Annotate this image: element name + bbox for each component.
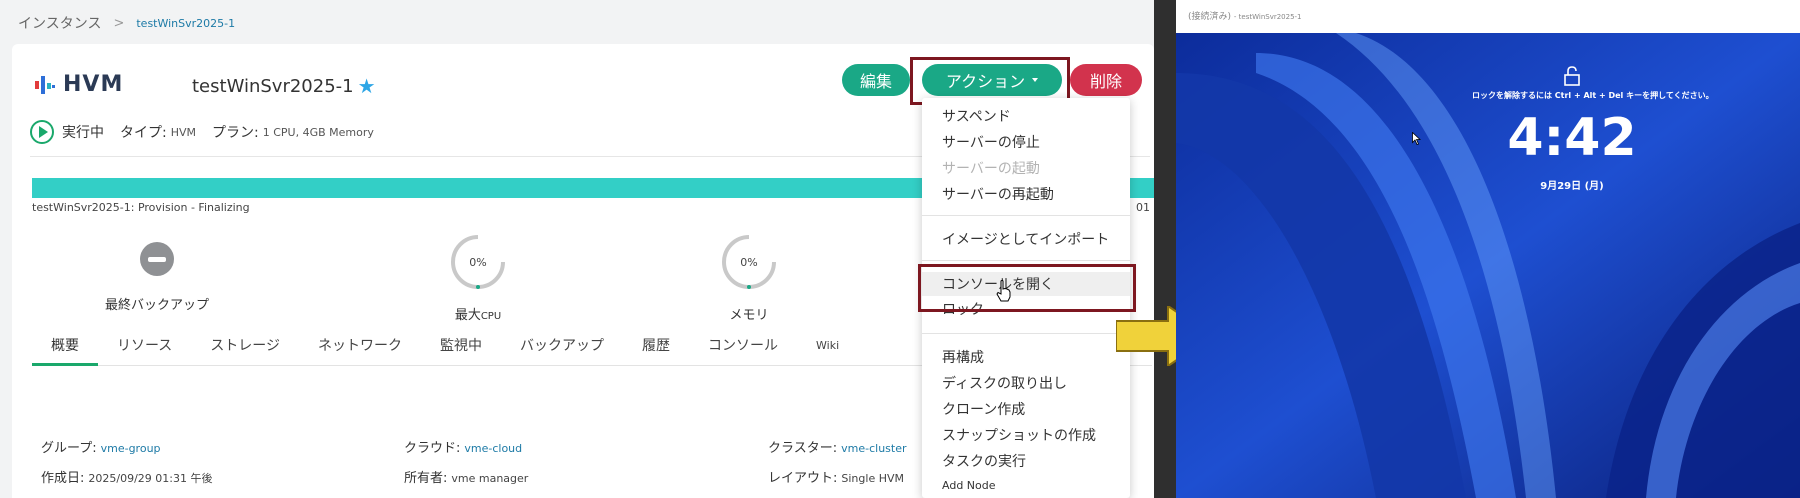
cloud-label: クラウド: xyxy=(404,441,461,456)
menu-divider xyxy=(922,333,1130,334)
unlock-instruction: ロックを解除するには Ctrl + Alt + Del キーを押してください。 xyxy=(1472,91,1714,100)
lockscreen-clock: 4:42 xyxy=(1507,108,1637,168)
type-label: タイプ: xyxy=(120,125,167,141)
group-link[interactable]: vme-group xyxy=(101,442,161,455)
provision-progress-label: testWinSvr2025-1: Provision - Finalizing xyxy=(32,201,250,214)
hvm-logo-icon xyxy=(35,75,55,94)
tab-resources[interactable]: リソース xyxy=(98,334,191,366)
star-icon[interactable]: ★ xyxy=(358,74,376,98)
memory-metric: 0% メモリ xyxy=(679,232,819,323)
layout-value: Single HVM xyxy=(841,472,904,485)
detail-group: グループ: vme-group xyxy=(41,437,161,456)
instance-page: インスタンス > testWinSvr2025-1 HVM testWinSvr… xyxy=(0,0,1154,498)
memory-label: メモリ xyxy=(729,308,769,323)
cluster-label: クラスター: xyxy=(768,441,838,456)
tab-network[interactable]: ネットワーク xyxy=(299,334,421,366)
detail-created: 作成日: 2025/09/29 01:31 午後 xyxy=(41,467,212,486)
window-separator xyxy=(1154,0,1176,498)
menu-item-stop-server[interactable]: サーバーの停止 xyxy=(942,132,1040,152)
plan-value: 1 CPU, 4GB Memory xyxy=(262,125,374,139)
created-value: 2025/09/29 01:31 午後 xyxy=(88,472,213,485)
menu-item-lock[interactable]: ロック xyxy=(942,299,984,319)
detail-owner: 所有者: vme manager xyxy=(404,467,528,486)
console-status: (接続済み) xyxy=(1188,12,1232,22)
hand-cursor-icon xyxy=(996,280,1011,302)
menu-item-reconfigure[interactable]: 再構成 xyxy=(942,347,984,367)
lockscreen-date: 9月29日 (月) xyxy=(1540,181,1604,192)
menu-item-run-task[interactable]: タスクの実行 xyxy=(942,451,1026,471)
edit-button[interactable]: 編集 xyxy=(842,64,910,96)
cpu-gauge: 0% xyxy=(448,232,508,292)
memory-gauge: 0% xyxy=(719,232,779,292)
status-text: 実行中 xyxy=(62,125,104,141)
mouse-pointer-icon xyxy=(1412,132,1421,145)
hvm-logo: HVM xyxy=(34,72,123,97)
vm-console-window[interactable]: (接続済み) - testWinSvr2025-1 ロックを解除するには Ctr… xyxy=(1176,0,1800,498)
group-label: グループ: xyxy=(41,441,97,456)
hvm-logo-text: HVM xyxy=(63,72,124,97)
breadcrumb-instances-link[interactable]: インスタンス xyxy=(18,13,101,33)
running-status-icon xyxy=(30,120,54,144)
menu-item-eject-disk[interactable]: ディスクの取り出し xyxy=(942,373,1067,393)
plan-label: プラン: xyxy=(212,125,259,141)
layout-label: レイアウト: xyxy=(768,471,838,486)
provision-progress-count: 01 xyxy=(1136,201,1150,214)
last-backup-label: 最終バックアップ xyxy=(104,298,209,313)
cpu-metric: 0% 最大CPU xyxy=(408,232,548,323)
actions-dropdown-button[interactable]: アクション xyxy=(922,64,1062,96)
cpu-label-text: 最大 xyxy=(454,308,481,323)
instance-title: testWinSvr2025-1 ★ xyxy=(192,74,376,98)
cpu-value: 0% xyxy=(469,255,487,269)
cpu-label: 最大CPU xyxy=(408,304,548,323)
tab-backups[interactable]: バックアップ xyxy=(501,334,623,366)
menu-divider xyxy=(922,215,1130,216)
no-backup-icon xyxy=(140,242,174,276)
memory-value: 0% xyxy=(740,255,758,269)
breadcrumb: インスタンス > testWinSvr2025-1 xyxy=(18,12,235,34)
tab-monitoring[interactable]: 監視中 xyxy=(421,334,501,366)
menu-item-create-snapshot[interactable]: スナップショットの作成 xyxy=(942,425,1096,445)
console-title-bar: (接続済み) - testWinSvr2025-1 xyxy=(1176,0,1800,33)
owner-value: vme manager xyxy=(451,472,529,485)
tab-storage[interactable]: ストレージ xyxy=(191,334,299,366)
created-label: 作成日: xyxy=(41,471,85,486)
windows-wallpaper xyxy=(1176,33,1800,498)
unlock-icon xyxy=(1564,66,1580,86)
tab-console[interactable]: コンソール xyxy=(689,334,797,366)
breadcrumb-current: testWinSvr2025-1 xyxy=(136,16,236,30)
chevron-right-icon: > xyxy=(113,15,125,31)
menu-item-add-node[interactable]: Add Node xyxy=(942,479,996,492)
tab-history[interactable]: 履歴 xyxy=(623,334,689,366)
menu-item-import-as-image[interactable]: イメージとしてインポート xyxy=(942,229,1109,249)
cloud-link[interactable]: vme-cloud xyxy=(464,442,522,455)
menu-item-clone[interactable]: クローン作成 xyxy=(942,399,1025,419)
type-value: HVM xyxy=(170,125,197,139)
menu-item-start-server: サーバーの起動 xyxy=(942,161,1040,177)
console-instance-name: - testWinSvr2025-1 xyxy=(1233,13,1302,21)
cluster-link[interactable]: vme-cluster xyxy=(841,442,906,455)
instance-name: testWinSvr2025-1 xyxy=(192,75,354,97)
owner-label: 所有者: xyxy=(404,471,448,486)
detail-cloud: クラウド: vme-cloud xyxy=(404,437,522,456)
tab-wiki[interactable]: Wiki xyxy=(797,334,858,366)
cpu-unit: CPU xyxy=(480,311,502,322)
menu-item-suspend[interactable]: サスペンド xyxy=(942,106,1011,126)
actions-menu: サスペンド サーバーの停止 サーバーの起動 サーバーの再起動 イメージとしてイン… xyxy=(922,98,1130,498)
menu-divider xyxy=(922,260,1130,261)
actions-label: アクション xyxy=(945,74,1026,91)
delete-button[interactable]: 削除 xyxy=(1070,64,1142,96)
tab-overview[interactable]: 概要 xyxy=(32,334,98,366)
menu-item-restart-server[interactable]: サーバーの再起動 xyxy=(942,184,1054,204)
detail-layout: レイアウト: Single HVM xyxy=(768,467,904,486)
last-backup-metric: 最終バックアップ xyxy=(87,232,227,313)
detail-cluster: クラスター: vme-cluster xyxy=(768,437,907,456)
caret-down-icon xyxy=(1032,78,1039,82)
status-row: 実行中 タイプ: HVM プラン: 1 CPU, 4GB Memory xyxy=(30,120,374,144)
